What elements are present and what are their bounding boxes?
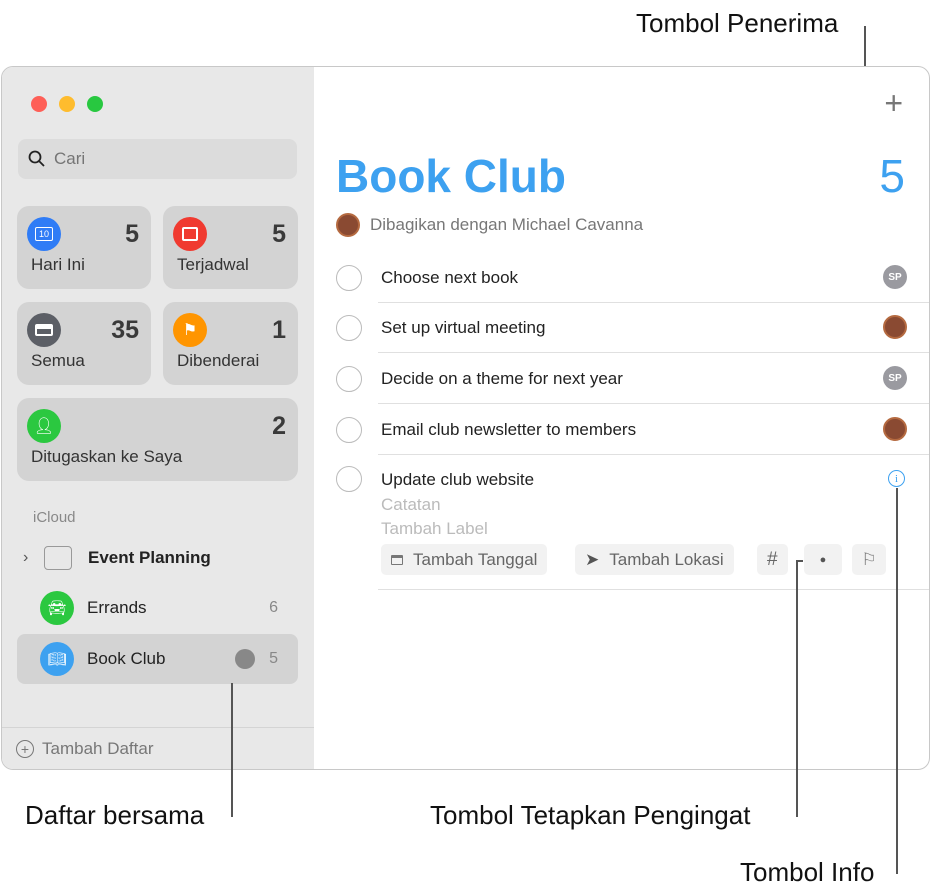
callout-line <box>231 683 233 817</box>
sidebar: 10 5 Hari Ini 5 Terjadwal 35 Semua ⚑ 1 D… <box>2 67 314 769</box>
zoom-button[interactable] <box>87 96 103 112</box>
list-label: Book Club <box>87 649 166 668</box>
list-count: 6 <box>269 599 278 616</box>
add-date-label: Tambah Tanggal <box>413 549 538 569</box>
count: 35 <box>111 316 139 344</box>
book-icon: 📖︎ <box>40 642 74 676</box>
list-count: 5 <box>879 150 905 202</box>
assignee-button[interactable]: SP <box>883 265 907 289</box>
tag-button[interactable]: # <box>757 544 788 575</box>
calendar-icon <box>391 554 403 565</box>
reminder-title: Email club newsletter to members <box>381 420 637 439</box>
assignee-button[interactable] <box>883 417 907 441</box>
flag-icon: ⚐ <box>861 549 877 569</box>
label: Terjadwal <box>177 255 249 274</box>
search-icon <box>28 150 45 167</box>
folder-stack-icon <box>44 546 72 570</box>
close-button[interactable] <box>31 96 47 112</box>
calendar-icon <box>173 217 207 251</box>
shared-person-icon <box>235 649 256 669</box>
callout-line <box>896 488 898 874</box>
callout-line <box>796 560 803 562</box>
add-location-button[interactable]: ➤ Tambah Lokasi <box>575 544 734 575</box>
reminder-title: Choose next book <box>381 268 519 287</box>
assign-button[interactable]: ● <box>804 544 842 575</box>
location-arrow-icon: ➤ <box>585 549 600 569</box>
search-field[interactable] <box>18 139 297 179</box>
section-icloud: iCloud <box>33 509 76 526</box>
complete-checkbox[interactable] <box>336 417 362 443</box>
complete-checkbox[interactable] <box>336 265 362 291</box>
reminder-row[interactable]: Set up virtual meeting <box>336 303 929 353</box>
smart-list-today[interactable]: 10 5 Hari Ini <box>17 206 151 289</box>
smart-list-flagged[interactable]: ⚑ 1 Dibenderai <box>163 302 298 385</box>
add-location-label: Tambah Lokasi <box>609 549 724 569</box>
add-date-button[interactable]: Tambah Tanggal <box>381 544 548 575</box>
reminder-row[interactable]: Choose next book SP <box>336 253 929 303</box>
reminder-title-input[interactable]: Update club website <box>381 470 534 490</box>
label: Dibenderai <box>177 351 260 370</box>
avatar <box>336 213 360 237</box>
callout-assignee: Tombol Penerima <box>636 8 839 38</box>
label: Semua <box>31 351 85 370</box>
info-icon[interactable]: i <box>888 470 905 487</box>
list-errands[interactable]: 🚘︎ Errands 6 <box>17 583 298 633</box>
reminder-title: Decide on a theme for next year <box>381 369 623 388</box>
chevron-right-icon[interactable]: › <box>23 549 28 567</box>
reminder-row[interactable]: Email club newsletter to members <box>336 405 929 455</box>
add-reminder-button[interactable]: + <box>884 85 903 122</box>
minimize-button[interactable] <box>59 96 75 112</box>
callout-assign-reminder: Tombol Tetapkan Pengingat <box>430 800 751 830</box>
main-pane: + Book Club 5 Dibagikan dengan Michael C… <box>314 67 929 769</box>
list-group-event-planning[interactable]: › Event Planning <box>17 533 298 583</box>
add-list-label: Tambah Daftar <box>42 738 154 758</box>
assignee-button[interactable] <box>883 315 907 339</box>
tray-icon <box>27 313 61 347</box>
count: 5 <box>272 220 286 248</box>
reminder-title: Set up virtual meeting <box>381 318 546 337</box>
shared-with: Dibagikan dengan Michael Cavanna <box>336 213 643 237</box>
car-icon: 🚘︎ <box>40 591 74 625</box>
add-list-button[interactable]: + Tambah Daftar <box>2 727 314 769</box>
list-label: Event Planning <box>88 548 211 567</box>
smart-list-all[interactable]: 35 Semua <box>17 302 151 385</box>
tag-field[interactable]: Tambah Label <box>381 519 488 539</box>
label: Hari Ini <box>31 255 85 274</box>
callout-shared-list: Daftar bersama <box>25 800 205 830</box>
reminder-row[interactable]: Decide on a theme for next year SP <box>336 354 929 404</box>
callout-line <box>796 560 798 817</box>
complete-checkbox[interactable] <box>336 466 362 492</box>
complete-checkbox[interactable] <box>336 366 362 392</box>
list-title: Book Club <box>336 150 566 202</box>
notes-field[interactable]: Catatan <box>381 495 441 515</box>
list-label: Errands <box>87 598 147 617</box>
reminders-window: 10 5 Hari Ini 5 Terjadwal 35 Semua ⚑ 1 D… <box>1 66 930 770</box>
list-count: 5 <box>269 650 278 667</box>
flag-icon: ⚑ <box>173 313 207 347</box>
flag-button[interactable]: ⚐ <box>852 544 886 575</box>
list-book-club[interactable]: 📖︎ Book Club 5 <box>17 634 298 684</box>
complete-checkbox[interactable] <box>336 315 362 341</box>
smart-list-assigned[interactable]: 👤︎ 2 Ditugaskan ke Saya <box>17 398 298 481</box>
plus-circle-icon: + <box>16 739 34 758</box>
assignee-button[interactable]: SP <box>883 366 907 390</box>
count: 2 <box>272 412 286 440</box>
person-icon: ● <box>819 553 827 566</box>
calendar-today-icon: 10 <box>27 217 61 251</box>
smart-list-scheduled[interactable]: 5 Terjadwal <box>163 206 298 289</box>
person-icon: 👤︎ <box>27 409 61 443</box>
hashtag-icon: # <box>767 548 778 570</box>
count: 1 <box>272 316 286 344</box>
count: 5 <box>125 220 139 248</box>
label: Ditugaskan ke Saya <box>31 447 183 466</box>
callout-info: Tombol Info <box>740 857 875 887</box>
search-input[interactable] <box>54 149 274 169</box>
shared-with-label: Dibagikan dengan Michael Cavanna <box>370 215 644 234</box>
